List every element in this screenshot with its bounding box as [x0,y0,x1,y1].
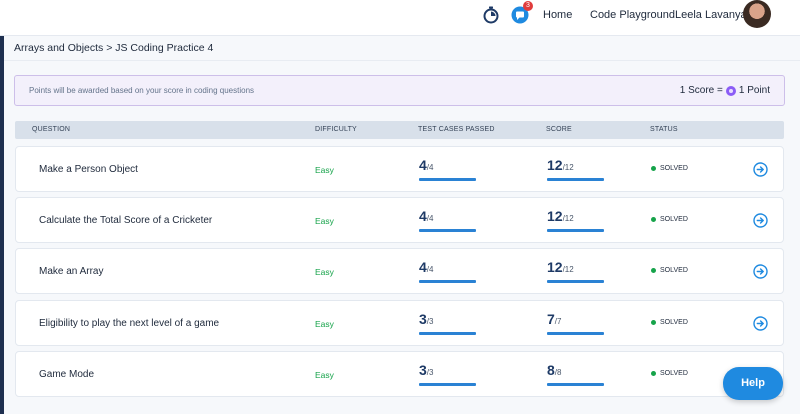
divider [4,60,800,61]
tests-passed-value: 4 [419,157,427,173]
score-metric: 8/8 [547,362,604,386]
table-header: QUESTION DIFFICULTY TEST CASES PASSED SC… [15,121,784,139]
score-metric: 7/7 [547,311,604,335]
status-badge: SOLVED [651,165,688,172]
test-cases-metric: 4/4 [419,259,476,283]
score-rule: 1 Score = 1 Point [680,85,770,96]
score-max-value: /12 [562,214,574,223]
question-title[interactable]: Make a Person Object [39,164,138,175]
tests-passed-value: 4 [419,208,427,224]
status-dot [651,217,656,222]
info-banner: Points will be awarded based on your sco… [14,75,785,106]
left-rail [0,0,4,414]
arrow-circle-right-icon[interactable] [753,213,768,228]
score-progress-bar [547,383,604,386]
table-row[interactable]: Eligibility to play the next level of a … [15,300,784,346]
score-metric: 12/12 [547,157,604,181]
table-row[interactable]: Make an Array Easy 4/4 12/12 SOLVED [15,248,784,294]
status-text: SOLVED [660,370,688,377]
tests-progress-bar [419,280,476,283]
status-text: SOLVED [660,216,688,223]
status-badge: SOLVED [651,216,688,223]
score-value: 8 [547,362,555,378]
tests-progress-bar [419,383,476,386]
nav-home-link[interactable]: Home [543,9,572,21]
question-title[interactable]: Eligibility to play the next level of a … [39,318,219,329]
status-dot [651,268,656,273]
score-max-value: /8 [554,368,562,377]
breadcrumb[interactable]: Arrays and Objects > JS Coding Practice … [14,42,213,54]
question-title[interactable]: Game Mode [39,369,94,380]
tests-passed-value: 3 [419,311,427,327]
header-status: STATUS [650,126,678,133]
user-name[interactable]: Leela Lavanya [675,9,747,21]
tests-progress-bar [419,332,476,335]
test-cases-metric: 4/4 [419,157,476,181]
table-row[interactable]: Calculate the Total Score of a Cricketer… [15,197,784,243]
score-metric: 12/12 [547,259,604,283]
test-cases-metric: 3/3 [419,311,476,335]
status-badge: SOLVED [651,319,688,326]
status-text: SOLVED [660,319,688,326]
score-progress-bar [547,178,604,181]
status-text: SOLVED [660,165,688,172]
avatar[interactable] [743,0,771,28]
help-button[interactable]: Help [723,367,783,400]
notification-badge: 3 [523,1,533,11]
top-nav: 3 Home Code Playground Leela Lavanya [0,0,800,36]
score-progress-bar [547,332,604,335]
arrow-circle-right-icon[interactable] [753,264,768,279]
score-max-value: /12 [562,163,574,172]
nav-code-playground-link[interactable]: Code Playground [590,9,675,21]
score-value: 12 [547,259,563,275]
status-dot [651,320,656,325]
tests-passed-value: 4 [419,259,427,275]
score-value: 12 [547,157,563,173]
tests-progress-bar [419,178,476,181]
difficulty-label: Easy [315,216,334,226]
header-score: SCORE [546,126,572,133]
score-value: 12 [547,208,563,224]
banner-text: Points will be awarded based on your sco… [29,86,255,95]
test-cases-metric: 4/4 [419,208,476,232]
tests-total-value: /4 [426,214,434,223]
score-max-value: /7 [554,317,562,326]
difficulty-label: Easy [315,319,334,329]
question-title[interactable]: Calculate the Total Score of a Cricketer [39,215,212,226]
status-text: SOLVED [660,267,688,274]
header-test-cases: TEST CASES PASSED [418,126,495,133]
score-rule-right: 1 Point [738,85,770,96]
tests-passed-value: 3 [419,362,427,378]
table-row[interactable]: Game Mode Easy 3/3 8/8 SOLVED [15,351,784,397]
score-progress-bar [547,229,604,232]
difficulty-label: Easy [315,165,334,175]
score-rule-left: 1 Score = [679,85,723,96]
status-badge: SOLVED [651,370,688,377]
score-max-value: /12 [562,265,574,274]
header-question: QUESTION [32,126,71,133]
tests-progress-bar [419,229,476,232]
status-dot [651,166,656,171]
coin-icon [725,85,736,96]
tests-total-value: /3 [426,368,434,377]
score-metric: 12/12 [547,208,604,232]
question-title[interactable]: Make an Array [39,266,103,277]
test-cases-metric: 3/3 [419,362,476,386]
arrow-circle-right-icon[interactable] [753,162,768,177]
tests-total-value: /4 [426,163,434,172]
difficulty-label: Easy [315,267,334,277]
table-row[interactable]: Make a Person Object Easy 4/4 12/12 SOLVED [15,146,784,192]
score-value: 7 [547,311,555,327]
header-difficulty: DIFFICULTY [315,126,357,133]
tests-total-value: /4 [426,265,434,274]
tests-total-value: /3 [426,317,434,326]
stopwatch-icon[interactable] [482,6,500,24]
status-dot [651,371,656,376]
status-badge: SOLVED [651,267,688,274]
arrow-circle-right-icon[interactable] [753,316,768,331]
score-progress-bar [547,280,604,283]
difficulty-label: Easy [315,370,334,380]
